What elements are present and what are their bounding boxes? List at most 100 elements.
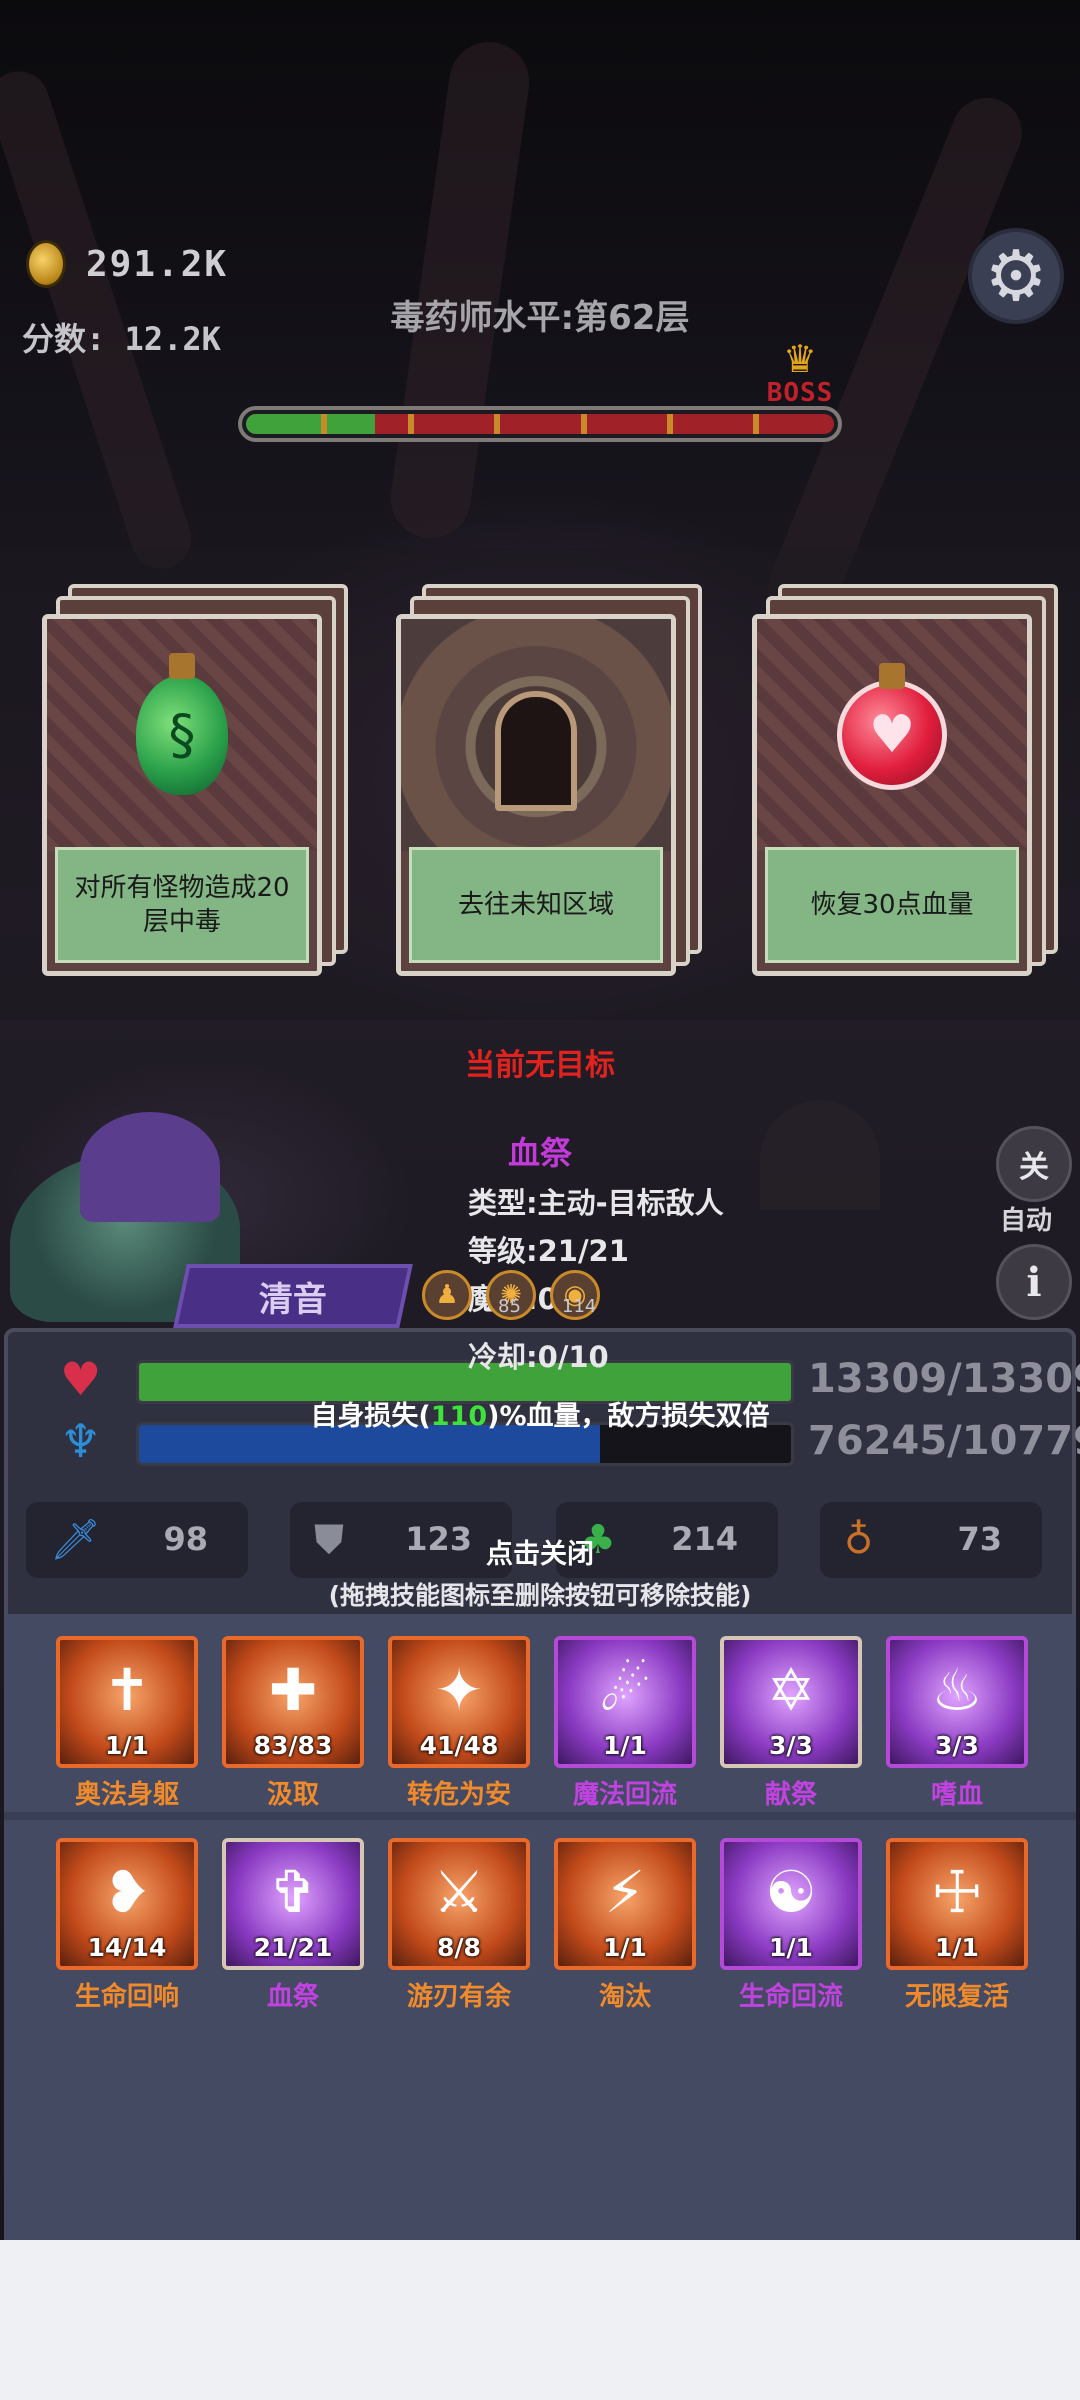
- sparkle-icon: ✦: [434, 1656, 484, 1724]
- drag-hint: (拖拽技能图标至删除按钮可移除技能): [328, 1581, 752, 1610]
- person-icon: ♟: [435, 1280, 459, 1310]
- skill-bloodthirst[interactable]: ♨ 3/3 嗜血: [886, 1636, 1028, 1810]
- no-target-text: 当前无目标: [465, 1048, 615, 1083]
- coin-display: 291.2K: [26, 240, 228, 288]
- skill-label: 嗜血: [930, 1780, 983, 1810]
- flex-arm-icon: ❥: [102, 1858, 152, 1926]
- popup-skill-name: 血祭: [507, 1134, 572, 1172]
- skill-count: 14/14: [87, 1933, 167, 1962]
- skill-count: 21/21: [253, 1933, 333, 1962]
- buff-count: 85: [498, 1296, 521, 1317]
- skill-icon-box: ♨ 3/3: [886, 1636, 1028, 1768]
- skill-drain[interactable]: ✚ 83/83 汲取: [222, 1636, 364, 1810]
- progress-tick: [321, 414, 328, 434]
- skill-turn-safe[interactable]: ✦ 41/48 转危为安: [388, 1636, 530, 1810]
- buff-icon[interactable]: ♟: [422, 1270, 472, 1320]
- card-art: [401, 619, 671, 851]
- skill-label: 汲取: [266, 1780, 319, 1810]
- mute-label: 清音: [259, 1279, 327, 1320]
- card-restore-hp[interactable]: ♥ 恢复30点血量: [752, 584, 1058, 984]
- skill-label: 生命回响: [74, 1982, 179, 2012]
- skill-count: 1/1: [105, 1731, 149, 1760]
- skill-count: 83/83: [253, 1731, 333, 1760]
- skill-icon-box: ⚡ 1/1: [554, 1838, 696, 1970]
- flame-icon: ♨: [931, 1656, 983, 1724]
- grave-cross-icon: ☩: [931, 1858, 983, 1926]
- skill-level-line: 等级:21/21: [468, 1234, 629, 1268]
- card-text: 去往未知区域: [409, 847, 663, 963]
- coin-icon: [26, 240, 66, 288]
- progress-tick: [580, 414, 587, 434]
- skill-label: 奥法身躯: [74, 1780, 179, 1810]
- comet-icon: ☄: [599, 1656, 651, 1724]
- info-button[interactable]: i: [996, 1244, 1072, 1320]
- skill-count: 1/1: [769, 1933, 813, 1962]
- slash-icon: ⚡: [604, 1858, 646, 1926]
- auto-toggle-label: 关: [1019, 1150, 1049, 1185]
- skill-mana-backflow[interactable]: ☄ 1/1 魔法回流: [554, 1636, 696, 1810]
- crown-icon: ♛: [782, 337, 818, 381]
- floor-progress-track: [246, 414, 834, 434]
- skill-icon-box: ✞ 21/21: [222, 1838, 364, 1970]
- desc-percent: 110: [430, 1401, 488, 1432]
- desc-prefix: 自身损失(: [310, 1401, 431, 1432]
- skill-count: 3/3: [935, 1731, 979, 1760]
- sword-swirl-icon: ⚔: [433, 1858, 485, 1926]
- skill-count: 3/3: [769, 1731, 813, 1760]
- skill-eliminate[interactable]: ⚡ 1/1 淘汰: [554, 1838, 696, 2012]
- desc-suffix: )%血量，敌方损失双倍: [487, 1401, 770, 1432]
- skill-life-backflow[interactable]: ☯ 1/1 生命回流: [720, 1838, 862, 2012]
- skill-icon-box: ⚔ 8/8: [388, 1838, 530, 1970]
- skill-label: 生命回流: [738, 1982, 843, 2012]
- skill-icon-box: ❥ 14/14: [56, 1838, 198, 1970]
- skills-divider: [4, 1812, 1076, 1820]
- skill-life-echo[interactable]: ❥ 14/14 生命回响: [56, 1838, 198, 2012]
- auto-label: 自动: [1000, 1206, 1053, 1236]
- skill-count: 1/1: [935, 1933, 979, 1962]
- floor-progress-bar: [238, 406, 842, 442]
- skill-arcane-body[interactable]: ✝ 1/1 奥法身躯: [56, 1636, 198, 1810]
- skill-icon-box: ✚ 83/83: [222, 1636, 364, 1768]
- boss-label: BOSS: [766, 378, 834, 408]
- cross-wings-icon: ✝: [102, 1656, 152, 1724]
- mute-button[interactable]: 清音: [173, 1264, 413, 1328]
- drain-icon: ✚: [268, 1656, 318, 1724]
- card-front: 去往未知区域: [396, 614, 676, 976]
- settings-button[interactable]: ⚙: [968, 228, 1064, 324]
- blood-drop-cross-icon: ✞: [268, 1858, 318, 1926]
- floor-progress-fill: [246, 414, 376, 434]
- progress-tick: [667, 414, 673, 434]
- skill-label: 转危为安: [406, 1780, 511, 1810]
- buff-count: 114: [562, 1296, 597, 1317]
- card-art: ♥: [757, 619, 1027, 851]
- level-title: 毒药师水平:第62层: [390, 298, 690, 338]
- skill-count: 1/1: [603, 1933, 647, 1962]
- skill-label: 魔法回流: [572, 1780, 677, 1810]
- coin-amount: 291.2K: [86, 243, 229, 285]
- skill-icon-box: ☩ 1/1: [886, 1838, 1028, 1970]
- skill-icon-box: ☯ 1/1: [720, 1838, 862, 1970]
- close-hint[interactable]: 点击关闭: [0, 1532, 1080, 1571]
- cork: [169, 653, 195, 679]
- auto-toggle-button[interactable]: 关: [996, 1126, 1072, 1202]
- boss-marker: ♛ BOSS: [760, 340, 840, 408]
- skill-icon-box: ☄ 1/1: [554, 1636, 696, 1768]
- skill-icon-box: ✦ 41/48: [388, 1636, 530, 1768]
- skill-cooldown-line: 冷却:0/10: [468, 1340, 609, 1374]
- progress-tick: [494, 414, 501, 434]
- skill-blade-ease[interactable]: ⚔ 8/8 游刃有余: [388, 1838, 530, 2012]
- card-unknown-area[interactable]: 去往未知区域: [396, 584, 702, 984]
- skill-label: 血祭: [266, 1982, 319, 2012]
- skill-infinite-revive[interactable]: ☩ 1/1 无限复活: [886, 1838, 1028, 2012]
- heart-icon: ♥: [868, 705, 916, 765]
- skill-sacrifice[interactable]: ✡ 3/3 献祭: [720, 1636, 862, 1810]
- progress-tick: [753, 414, 760, 434]
- red-potion-icon: ♥: [837, 663, 947, 790]
- card-poison-all[interactable]: § 对所有怪物造成20层中毒: [42, 584, 348, 984]
- praying-wings-icon: ☯: [765, 1858, 817, 1926]
- skills-grid: ✝ 1/1 奥法身躯 ✚ 83/83 汲取 ✦ 41/48 转危为安 ☄ 1/1 魔法回…: [4, 1614, 1076, 2240]
- swirl: §: [168, 703, 196, 767]
- card-front: § 对所有怪物造成20层中毒: [42, 614, 322, 976]
- skill-blood-sacrifice[interactable]: ✞ 21/21 血祭: [222, 1838, 364, 2012]
- info-icon: i: [1026, 1258, 1042, 1306]
